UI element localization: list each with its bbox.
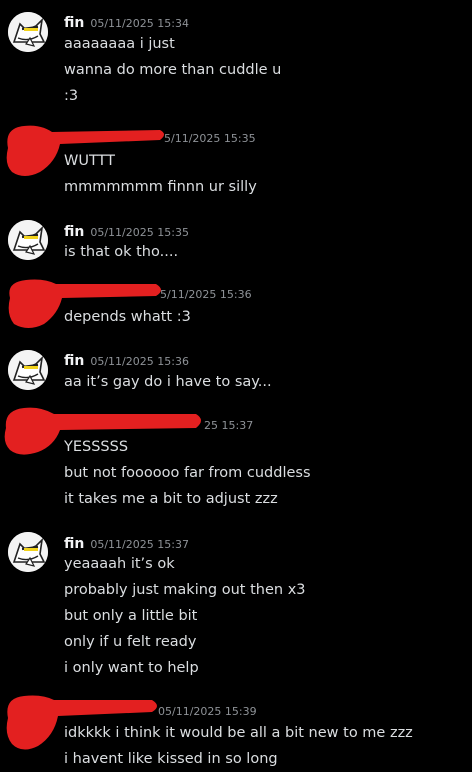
message-text: only if u felt ready (64, 634, 197, 650)
author-name[interactable]: fin (64, 536, 84, 552)
timestamp: 5/11/2025 15:36 (160, 288, 252, 301)
avatar[interactable] (8, 220, 48, 260)
message-text: :3 (64, 88, 79, 104)
timestamp: 05/11/2025 15:37 (90, 538, 189, 551)
author-name[interactable]: fin (64, 224, 84, 240)
message-text: aaaaaaaa i just (64, 36, 175, 52)
message-header: fin 05/11/2025 15:35 (64, 221, 189, 240)
avatar[interactable] (8, 12, 48, 52)
timestamp: 05/11/2025 15:35 (90, 226, 189, 239)
timestamp: 5/11/2025 15:35 (164, 132, 256, 145)
message-text: i only want to help (64, 660, 199, 676)
message-text: depends whatt :3 (64, 309, 191, 325)
message-text: aa it’s gay do i have to say... (64, 374, 272, 390)
wolf-avatar-icon (8, 12, 48, 52)
author-name[interactable]: fin (64, 15, 84, 31)
message-header: fin 05/11/2025 15:36 (64, 350, 189, 369)
message-text: wanna do more than cuddle u (64, 62, 282, 78)
message-text: probably just making out then x3 (64, 582, 306, 598)
message-text: it takes me a bit to adjust zzz (64, 491, 278, 507)
avatar[interactable] (8, 532, 48, 572)
timestamp: 05/11/2025 15:39 (158, 705, 257, 718)
message-text: WUTTT (64, 153, 116, 169)
message-text: is that ok tho.... (64, 244, 179, 260)
author-name[interactable]: fin (64, 353, 84, 369)
message-text: but only a little bit (64, 608, 198, 624)
message-text: but not foooooo far from cuddless (64, 465, 311, 481)
message-text: i havent like kissed in so long (64, 751, 278, 767)
message-text: mmmmmmm finnn ur silly (64, 179, 257, 195)
message-text: yeaaaah it’s ok (64, 556, 175, 572)
message-text: YESSSSS (64, 439, 129, 455)
message-header: fin 05/11/2025 15:34 (64, 12, 189, 31)
timestamp: 25 15:37 (204, 419, 254, 432)
redaction-mark (6, 695, 157, 750)
redaction-mark (6, 125, 164, 176)
timestamp: 05/11/2025 15:36 (90, 355, 189, 368)
wolf-avatar-icon (8, 350, 48, 390)
timestamp: 05/11/2025 15:34 (90, 17, 189, 30)
message-header: fin 05/11/2025 15:37 (64, 533, 189, 552)
avatar[interactable] (8, 350, 48, 390)
wolf-avatar-icon (8, 532, 48, 572)
message-text: idkkkk i think it would be all a bit new… (64, 725, 413, 741)
wolf-avatar-icon (8, 220, 48, 260)
